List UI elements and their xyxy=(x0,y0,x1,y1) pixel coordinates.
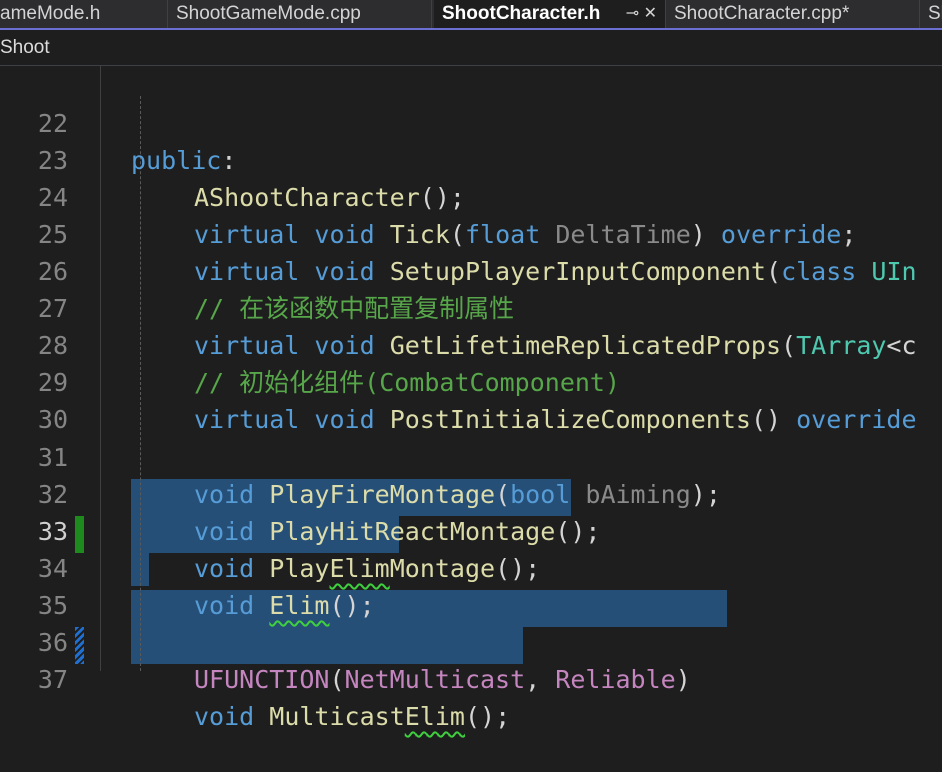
code-line: 34 void Elim(); xyxy=(0,513,942,620)
scope-navigation-bar[interactable]: Shoot xyxy=(0,30,942,66)
tab-shootcharacter-h[interactable]: ShootCharacter.h ⊸ ✕ xyxy=(434,0,666,28)
code-line: 26 // 在该函数中配置复制属性 xyxy=(0,216,942,323)
tab-label: Sh xyxy=(928,3,942,24)
tab-gamemode-h[interactable]: ameMode.h xyxy=(0,0,168,28)
tab-label: ShootCharacter.h xyxy=(442,3,601,24)
tab-label: ShootGameMode.cpp xyxy=(176,3,361,24)
scope-dropdown-label: Shoot xyxy=(0,37,50,58)
code-line: 24 virtual void Tick(float DeltaTime) ov… xyxy=(0,142,942,249)
code-line: 37 void MulticastElim(); xyxy=(0,624,942,731)
tab-bar: ameMode.h ShootGameMode.cpp ShootCharact… xyxy=(0,0,942,30)
code-line: 35 xyxy=(0,550,942,620)
code-line: 32 void PlayHitReactMontage(); xyxy=(0,439,942,546)
code-editor[interactable]: 22 public: 23 AShootCharacter(); 24 virt… xyxy=(0,66,942,731)
code-line: 33 void PlayElimMontage(); xyxy=(0,476,942,583)
tab-label: ShootCharacter.cpp* xyxy=(674,3,850,24)
code-text: void MulticastElim(); xyxy=(194,702,511,731)
tab-shootgamemode-cpp[interactable]: ShootGameMode.cpp xyxy=(168,0,432,28)
code-line: 31 void PlayFireMontage(bool bAiming); xyxy=(0,402,942,509)
code-line: 27 virtual void GetLifetimeReplicatedPro… xyxy=(0,253,942,360)
squiggle-warning: Elim xyxy=(404,702,465,731)
code-line: 30 xyxy=(0,364,942,434)
code-line: 36 UFUNCTION(NetMulticast, Reliable) xyxy=(0,587,942,694)
code-text: UFUNCTION(NetMulticast, Reliable) xyxy=(194,665,691,694)
code-line: 23 AShootCharacter(); xyxy=(0,105,942,212)
code-line: 28 // 初始化组件(CombatComponent) xyxy=(0,290,942,397)
code-line: 29 virtual void PostInitializeComponents… xyxy=(0,327,942,434)
line-number: 37 xyxy=(37,665,68,694)
tab-pin-close-icons[interactable]: ⊸ ✕ xyxy=(626,0,657,28)
code-line: 22 public: xyxy=(0,68,942,175)
tab-label: ameMode.h xyxy=(0,3,101,24)
tab-shootcharacter-cpp[interactable]: ShootCharacter.cpp* xyxy=(666,0,920,28)
tab-overflow[interactable]: Sh xyxy=(920,0,942,28)
code-line: 25 virtual void SetupPlayerInputComponen… xyxy=(0,179,942,286)
